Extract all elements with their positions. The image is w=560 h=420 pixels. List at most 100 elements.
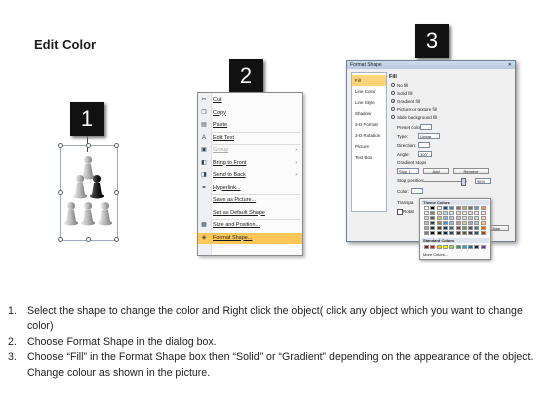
theme-color-swatch[interactable] xyxy=(424,221,429,225)
menu-item-format-shape[interactable]: ◈ Format Shape... xyxy=(198,232,302,244)
theme-color-swatch[interactable] xyxy=(455,206,461,210)
theme-color-swatch[interactable] xyxy=(474,221,480,225)
standard-color-swatch[interactable] xyxy=(468,245,474,249)
more-colors-link[interactable]: More Colors... xyxy=(423,252,448,257)
theme-color-swatch[interactable] xyxy=(430,231,436,235)
theme-color-swatch[interactable] xyxy=(449,226,455,230)
theme-color-swatch[interactable] xyxy=(468,211,474,215)
theme-color-swatch[interactable] xyxy=(480,226,486,230)
theme-color-swatch[interactable] xyxy=(442,216,448,220)
theme-color-swatch[interactable] xyxy=(430,221,436,225)
resize-handle-ml[interactable] xyxy=(58,190,63,195)
theme-color-swatch[interactable] xyxy=(449,231,455,235)
theme-color-swatch[interactable] xyxy=(424,216,429,220)
menu-item-send-to-back[interactable]: ◨ Send to Back › xyxy=(198,170,302,181)
menu-item-hyperlink[interactable]: ⚭ Hyperlink... xyxy=(198,183,302,194)
theme-color-swatch[interactable] xyxy=(480,211,486,215)
theme-color-swatch[interactable] xyxy=(461,216,467,220)
menu-item-set-as-default-shape[interactable]: Set as Default Shape xyxy=(198,208,302,219)
standard-color-swatch[interactable] xyxy=(461,245,467,249)
type-select[interactable]: Linear xyxy=(418,133,440,139)
theme-color-swatch[interactable] xyxy=(424,231,429,235)
resize-handle-tr[interactable] xyxy=(114,143,119,148)
theme-color-swatch[interactable] xyxy=(436,226,442,230)
theme-color-swatch[interactable] xyxy=(430,211,436,215)
nav-item-picture[interactable]: Picture xyxy=(352,141,386,152)
theme-color-swatch[interactable] xyxy=(436,221,442,225)
theme-color-swatch[interactable] xyxy=(455,216,461,220)
theme-color-swatch[interactable] xyxy=(436,211,442,215)
add-stop-button[interactable]: Add xyxy=(423,168,449,174)
theme-color-swatch[interactable] xyxy=(474,211,480,215)
theme-color-swatch[interactable] xyxy=(468,231,474,235)
theme-color-swatch[interactable] xyxy=(474,206,480,210)
menu-item-paste[interactable]: ▤ Paste xyxy=(198,120,302,131)
resize-handle-tc[interactable] xyxy=(86,143,91,148)
nav-item-text-box[interactable]: Text Box xyxy=(352,152,386,163)
menu-item-group[interactable]: ▣ Group › xyxy=(198,145,302,156)
stop-position-thumb[interactable] xyxy=(461,178,466,186)
fill-option-radio[interactable] xyxy=(391,99,395,103)
standard-color-swatch[interactable] xyxy=(436,245,442,249)
theme-color-swatch[interactable] xyxy=(461,226,467,230)
nav-item-3-d-rotation[interactable]: 3-D Rotation xyxy=(352,130,386,141)
theme-color-swatch[interactable] xyxy=(461,211,467,215)
theme-color-swatch[interactable] xyxy=(430,216,436,220)
resize-handle-br[interactable] xyxy=(114,237,119,242)
theme-color-swatch[interactable] xyxy=(436,206,442,210)
chess-shape-selection[interactable] xyxy=(58,143,119,242)
theme-color-swatch[interactable] xyxy=(455,231,461,235)
preset-colors-picker[interactable] xyxy=(420,124,432,130)
menu-item-bring-to-front[interactable]: ◧ Bring to Front › xyxy=(198,158,302,169)
theme-color-swatch[interactable] xyxy=(430,226,436,230)
standard-color-swatch[interactable] xyxy=(442,245,448,249)
color-picker[interactable] xyxy=(411,188,423,194)
theme-color-swatch[interactable] xyxy=(480,206,486,210)
theme-color-swatch[interactable] xyxy=(424,226,429,230)
nav-item-shadow[interactable]: Shadow xyxy=(352,108,386,119)
menu-item-copy[interactable]: ❐ Copy xyxy=(198,108,302,119)
nav-item-line-color[interactable]: Line Color xyxy=(352,86,386,97)
standard-color-swatch[interactable] xyxy=(424,245,429,249)
stop-select[interactable]: Stop 1 xyxy=(397,168,419,174)
theme-color-swatch[interactable] xyxy=(461,221,467,225)
theme-color-swatch[interactable] xyxy=(436,231,442,235)
resize-handle-bc[interactable] xyxy=(86,237,91,242)
theme-color-swatch[interactable] xyxy=(442,231,448,235)
theme-color-swatch[interactable] xyxy=(449,216,455,220)
menu-item-save-as-picture[interactable]: Save as Picture... xyxy=(198,195,302,206)
standard-color-swatch[interactable] xyxy=(480,245,486,249)
close-icon[interactable]: ✕ xyxy=(508,61,512,69)
fill-option-radio[interactable] xyxy=(391,107,395,111)
menu-item-cut[interactable]: ✂ Cut xyxy=(198,95,302,106)
theme-color-swatch[interactable] xyxy=(455,221,461,225)
theme-color-swatch[interactable] xyxy=(424,211,429,215)
standard-color-swatch[interactable] xyxy=(449,245,455,249)
menu-item-size-and-position[interactable]: ▦ Size and Position... xyxy=(198,220,302,231)
remove-stop-button[interactable]: Remove xyxy=(453,168,489,174)
theme-color-swatch[interactable] xyxy=(449,221,455,225)
standard-color-swatch[interactable] xyxy=(474,245,480,249)
theme-color-swatch[interactable] xyxy=(461,206,467,210)
theme-color-swatch[interactable] xyxy=(468,206,474,210)
menu-item-edit-text[interactable]: A Edit Text xyxy=(198,133,302,144)
theme-color-swatch[interactable] xyxy=(474,216,480,220)
theme-color-swatch[interactable] xyxy=(461,231,467,235)
fill-option-radio[interactable] xyxy=(391,83,395,87)
theme-color-swatch[interactable] xyxy=(455,211,461,215)
theme-color-swatch[interactable] xyxy=(442,226,448,230)
theme-color-swatch[interactable] xyxy=(468,216,474,220)
theme-color-swatch[interactable] xyxy=(442,211,448,215)
theme-color-swatch[interactable] xyxy=(474,226,480,230)
theme-color-swatch[interactable] xyxy=(424,206,429,210)
fill-option-radio[interactable] xyxy=(391,115,395,119)
resize-handle-mr[interactable] xyxy=(114,190,119,195)
angle-input[interactable]: 300° xyxy=(418,151,432,157)
theme-color-swatch[interactable] xyxy=(480,231,486,235)
standard-color-swatch[interactable] xyxy=(455,245,461,249)
theme-color-swatch[interactable] xyxy=(436,216,442,220)
nav-item-fill[interactable]: Fill xyxy=(352,75,386,86)
theme-color-swatch[interactable] xyxy=(480,216,486,220)
stop-position-input[interactable]: 96% xyxy=(475,178,491,184)
theme-color-swatch[interactable] xyxy=(474,231,480,235)
